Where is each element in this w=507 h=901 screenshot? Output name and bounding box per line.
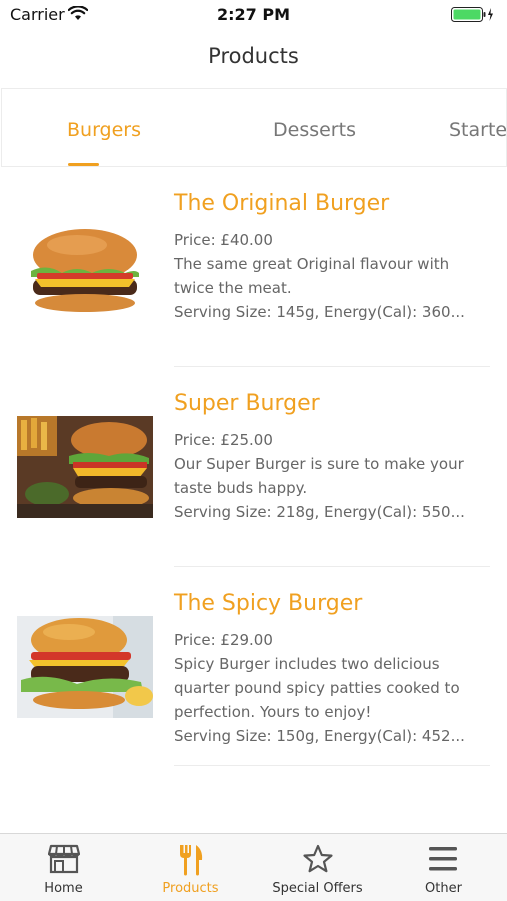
- product-name: The Original Burger: [174, 191, 390, 216]
- battery-icon: [451, 7, 495, 27]
- product-serving: Serving Size: 150g, Energy(Cal): 452...: [174, 727, 465, 745]
- product-image: [17, 416, 153, 518]
- product-serving: Serving Size: 145g, Energy(Cal): 360...: [174, 303, 465, 321]
- divider: [174, 765, 490, 766]
- clock: 2:27 PM: [216, 5, 290, 24]
- product-price: Price: £40.00: [174, 231, 273, 249]
- tabbar-label: Special Offers: [272, 881, 363, 896]
- active-tab-indicator: [68, 163, 99, 166]
- store-icon: [48, 844, 80, 874]
- product-price: Price: £29.00: [174, 631, 273, 649]
- product-image: [17, 215, 153, 317]
- category-tabs: Burgers Desserts Starters: [1, 88, 507, 167]
- tab-desserts[interactable]: Desserts: [273, 119, 356, 141]
- divider: [174, 366, 490, 367]
- product-name: The Spicy Burger: [174, 591, 363, 616]
- product-image: [17, 616, 153, 718]
- page-title: Products: [208, 44, 299, 68]
- divider: [174, 566, 490, 567]
- product-details: Price: £25.00 Our Super Burger is sure t…: [174, 428, 484, 524]
- product-name: Super Burger: [174, 391, 320, 416]
- tab-starters[interactable]: Starters: [449, 119, 506, 141]
- tabbar-label: Home: [44, 881, 83, 896]
- tabbar-item-products[interactable]: Products: [137, 834, 244, 901]
- tab-burgers[interactable]: Burgers: [67, 119, 141, 141]
- cutlery-icon: [180, 845, 203, 876]
- star-icon: [303, 844, 333, 873]
- product-price: Price: £25.00: [174, 431, 273, 449]
- status-bar: Carrier 2:27 PM: [0, 0, 507, 30]
- tabbar-item-other[interactable]: Other: [390, 834, 497, 901]
- bottom-tab-bar: Home Products Special Offers Other: [0, 833, 507, 901]
- product-details: Price: £29.00 Spicy Burger includes two …: [174, 628, 484, 748]
- product-details: Price: £40.00 The same great Original fl…: [174, 228, 484, 324]
- tabbar-item-special-offers[interactable]: Special Offers: [264, 834, 371, 901]
- product-serving: Serving Size: 218g, Energy(Cal): 550...: [174, 503, 465, 521]
- tabbar-item-home[interactable]: Home: [10, 834, 117, 901]
- product-description: Spicy Burger includes two delicious quar…: [174, 655, 460, 721]
- product-description: The same great Original flavour with twi…: [174, 255, 450, 297]
- menu-icon: [429, 847, 457, 871]
- tabbar-label: Products: [162, 881, 219, 896]
- product-description: Our Super Burger is sure to make your ta…: [174, 455, 464, 497]
- tabbar-label: Other: [425, 881, 462, 896]
